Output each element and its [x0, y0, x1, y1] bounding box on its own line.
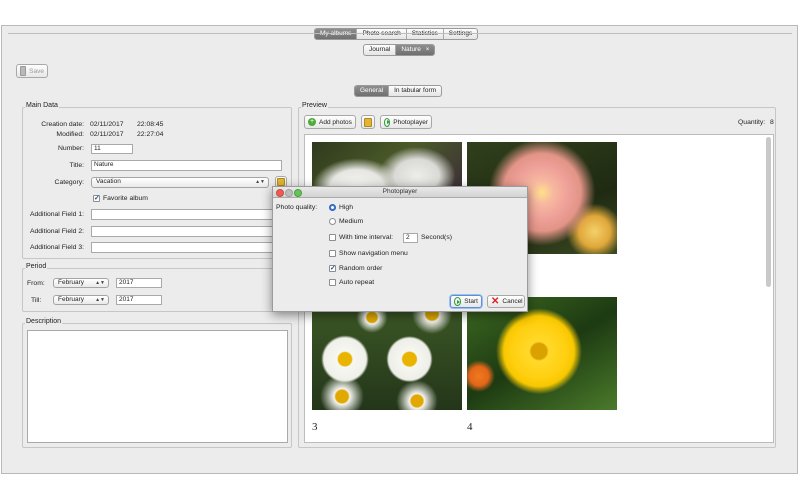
quantity-value: 8	[770, 119, 774, 126]
quality-medium-label: Medium	[339, 218, 364, 225]
time-interval-label: With time interval:	[339, 234, 394, 241]
seconds-label: Second(s)	[421, 234, 452, 241]
photo-thumbnail[interactable]	[467, 297, 617, 410]
random-order-label: Random order	[339, 265, 383, 272]
favorite-label: Favorite album	[103, 195, 148, 202]
dialog-titlebar: Photoplayer	[273, 187, 527, 198]
tab-album-nature[interactable]: Nature ×	[396, 45, 435, 55]
category-value: Vacation	[96, 178, 121, 185]
period-group	[22, 268, 292, 312]
chevron-updown-icon: ▲▼	[255, 179, 265, 185]
add-photos-button[interactable]: + Add photos	[304, 115, 356, 129]
title-field[interactable]: Nature	[91, 160, 282, 171]
auto-repeat-label: Auto repeat	[339, 279, 375, 286]
additional-field-1[interactable]	[91, 209, 282, 220]
quantity-label: Quantity:	[738, 119, 766, 126]
from-month-select[interactable]: February ▲▼	[53, 278, 109, 288]
play-circle-icon	[454, 297, 462, 306]
top-tab-bar: My albums Photo search Statistics Settin…	[314, 28, 479, 40]
folder-icon	[277, 178, 285, 186]
favorite-checkbox[interactable]: ✓	[93, 195, 100, 202]
close-icon[interactable]: ×	[426, 46, 430, 53]
play-circle-icon	[384, 117, 391, 127]
creation-date-label: Creation date:	[41, 121, 84, 128]
quality-medium-radio[interactable]	[329, 218, 336, 225]
auto-repeat-checkbox[interactable]	[329, 279, 336, 286]
time-interval-checkbox[interactable]	[329, 234, 336, 241]
tab-tabular[interactable]: In tabular form	[389, 86, 441, 96]
quality-high-radio[interactable]	[329, 204, 336, 211]
field2-label: Additional Field 2:	[29, 228, 84, 235]
photo-thumbnail[interactable]	[312, 297, 462, 410]
nav-menu-checkbox[interactable]	[329, 250, 336, 257]
cancel-button[interactable]: ✕ Cancel	[487, 295, 525, 308]
photo-number: 4	[467, 421, 473, 433]
modified-time: 22:27:04	[137, 131, 164, 138]
from-year-field[interactable]: 2017	[116, 278, 162, 288]
photoplayer-label: Photoplayer	[393, 118, 428, 126]
preview-title: Preview	[301, 102, 328, 109]
creation-date: 02/11/2017	[90, 121, 124, 128]
photo-quality-label: Photo quality:	[276, 204, 318, 211]
additional-field-2[interactable]	[91, 226, 282, 237]
till-month: February	[58, 296, 85, 303]
category-label: Category:	[54, 179, 84, 186]
photo-number: 3	[312, 421, 318, 433]
field1-label: Additional Field 1:	[29, 211, 84, 218]
till-month-select[interactable]: February ▲▼	[53, 295, 109, 305]
cross-icon: ✕	[491, 295, 500, 307]
tab-photo-search[interactable]: Photo search	[357, 29, 407, 39]
photoplayer-button[interactable]: Photoplayer	[380, 115, 432, 129]
description-textarea[interactable]	[27, 330, 288, 443]
tab-statistics[interactable]: Statistics	[407, 29, 444, 39]
from-label: From:	[27, 280, 45, 287]
chevron-updown-icon: ▲▼	[95, 280, 105, 286]
modified-date: 02/11/2017	[90, 131, 124, 138]
tab-label: Nature	[401, 46, 421, 53]
quality-high-label: High	[339, 204, 353, 211]
category-select[interactable]: Vacation ▲▼	[91, 177, 269, 188]
scrollbar-thumb[interactable]	[766, 137, 771, 287]
random-order-checkbox[interactable]: ✓	[329, 265, 336, 272]
folder-icon	[364, 117, 372, 127]
tab-general[interactable]: General	[355, 86, 390, 96]
start-button[interactable]: Start	[450, 295, 482, 308]
start-label: Start	[464, 298, 478, 305]
title-label: Title:	[69, 162, 84, 169]
save-button[interactable]: Save	[16, 64, 48, 78]
minimize-window-icon[interactable]	[285, 189, 293, 197]
time-interval-input[interactable]: 2	[403, 233, 418, 243]
till-label: Till:	[31, 297, 42, 304]
number-field[interactable]: 11	[91, 144, 133, 154]
number-label: Number:	[57, 145, 84, 152]
description-title: Description	[25, 318, 63, 325]
zoom-window-icon[interactable]	[294, 189, 302, 197]
album-tab-bar: Journal Nature ×	[363, 44, 436, 56]
creation-time: 22:08:45	[137, 121, 164, 128]
additional-field-3[interactable]	[91, 242, 282, 253]
cancel-label: Cancel	[502, 298, 523, 305]
field3-label: Additional Field 3:	[29, 244, 84, 251]
open-folder-button[interactable]	[361, 115, 375, 129]
dialog-title: Photoplayer	[382, 188, 418, 195]
till-year-field[interactable]: 2017	[116, 295, 162, 305]
modified-label: Modified:	[56, 131, 84, 138]
tab-album-journal[interactable]: Journal	[364, 45, 397, 55]
main-data-title: Main Data	[25, 102, 59, 109]
period-title: Period	[25, 263, 48, 270]
photoplayer-dialog: Photoplayer Photo quality: High Medium W…	[272, 186, 528, 312]
add-photos-label: Add photos	[319, 118, 352, 126]
disk-icon	[20, 66, 27, 76]
view-tab-bar: General In tabular form	[354, 85, 443, 97]
tab-my-albums[interactable]: My albums	[315, 29, 358, 39]
chevron-updown-icon: ▲▼	[95, 297, 105, 303]
tab-settings[interactable]: Settings	[444, 29, 477, 39]
close-window-icon[interactable]	[276, 189, 284, 197]
save-label: Save	[29, 67, 44, 75]
nav-menu-label: Show navigation menu	[339, 250, 408, 257]
from-month: February	[58, 279, 85, 286]
plus-circle-icon: +	[308, 118, 316, 126]
divider	[8, 33, 792, 34]
